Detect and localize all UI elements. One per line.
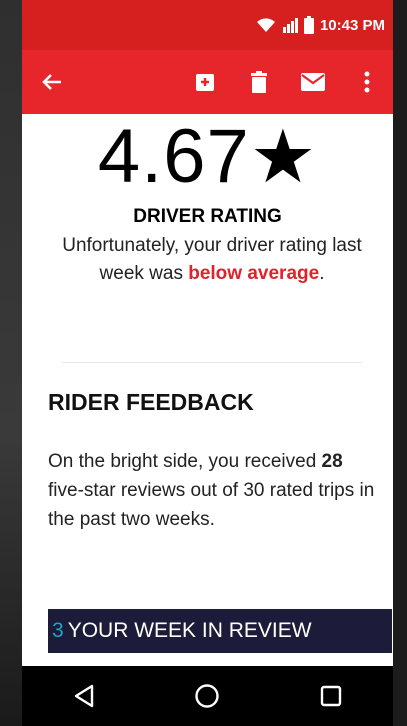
rider-feedback-title: RIDER FEEDBACK (48, 389, 254, 415)
rating-message-highlight: below average (188, 263, 320, 284)
rating-number: 4.67 (97, 114, 250, 199)
star-icon: ★ (249, 115, 318, 198)
more-vert-icon[interactable] (353, 68, 381, 96)
rating-message: Unfortunately, your driver rating last w… (62, 232, 362, 288)
background-left (0, 0, 22, 726)
background-right (393, 0, 407, 726)
rider-feedback-text: On the bright side, you received 28 five… (48, 447, 378, 534)
mail-icon[interactable] (299, 68, 327, 96)
week-in-review-banner[interactable]: 3 YOUR WEEK IN REVIEW (48, 609, 392, 653)
feedback-count: 28 (321, 451, 343, 472)
app-toolbar (22, 50, 393, 114)
feedback-prefix: On the bright side, you received (48, 451, 322, 472)
week-review-label: YOUR WEEK IN REVIEW (67, 619, 312, 642)
archive-icon[interactable] (191, 68, 219, 96)
section-divider (62, 362, 362, 363)
rating-message-suffix: . (319, 263, 325, 284)
signal-icon (282, 17, 298, 33)
driver-rating-label: DRIVER RATING (133, 206, 282, 227)
arrow-back-icon[interactable] (38, 68, 66, 96)
status-bar: 10:43 PM (22, 0, 393, 50)
trash-icon[interactable] (245, 68, 273, 96)
recents-nav-icon[interactable] (311, 676, 351, 716)
battery-icon (303, 16, 314, 34)
feedback-suffix: five-star reviews out of 30 rated trips … (48, 480, 375, 530)
status-time: 10:43 PM (319, 16, 385, 34)
phone-screen: 10:43 PM 4.67★ DRIVER RATING Unfortunate… (22, 0, 393, 726)
week-review-number: 3 (52, 619, 64, 642)
wifi-icon (256, 17, 276, 33)
back-nav-icon[interactable] (64, 676, 104, 716)
driver-rating-value: 4.67★ (22, 114, 393, 200)
home-nav-icon[interactable] (187, 676, 227, 716)
android-nav-bar (22, 666, 393, 726)
